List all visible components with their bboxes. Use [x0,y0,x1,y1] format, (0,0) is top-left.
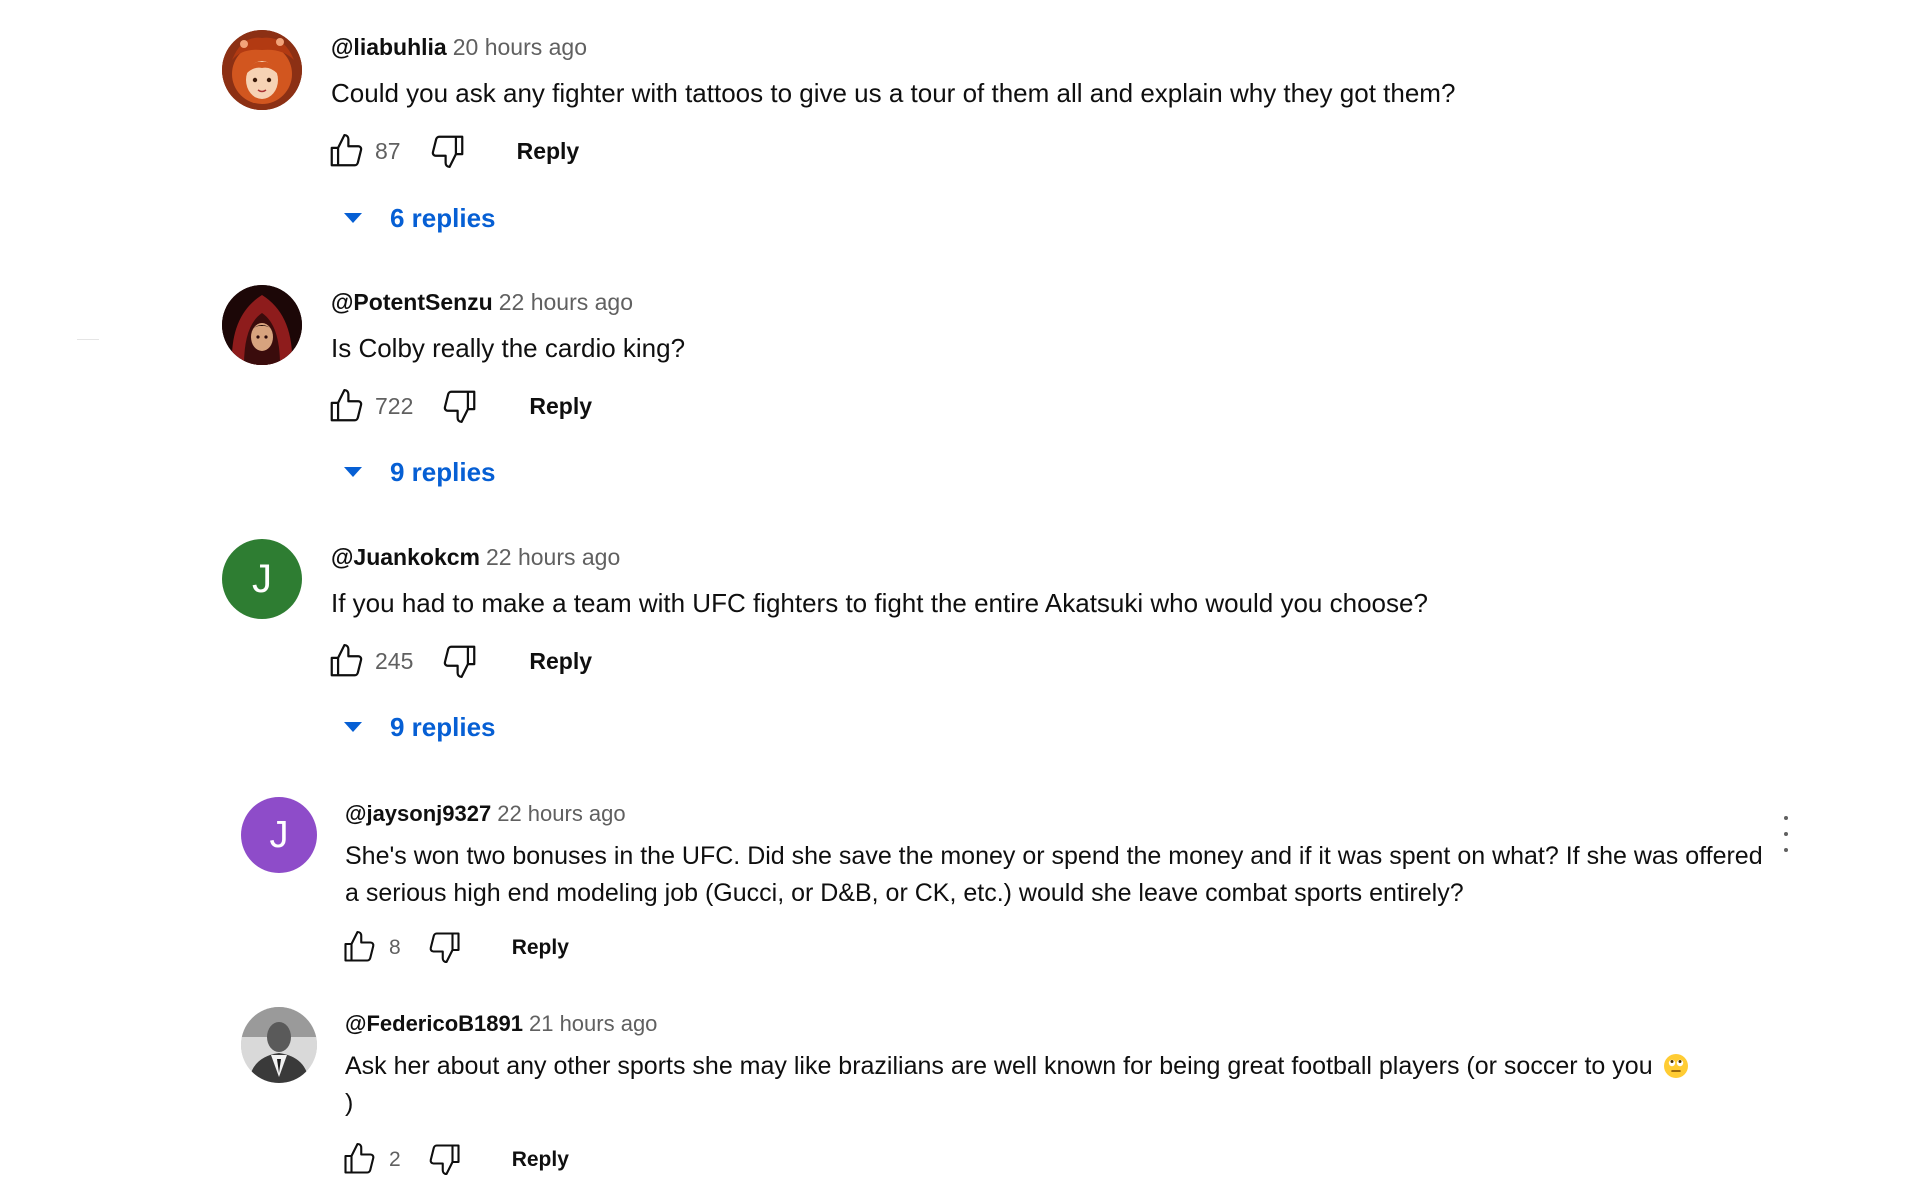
grayscale-photo-avatar-icon [241,1007,317,1083]
comment-text: Could you ask any fighter with tattoos t… [331,78,1456,108]
reply-button[interactable]: Reply [512,1149,569,1170]
red-hooded-figure-avatar-icon [222,285,302,365]
caret-down-icon [344,213,362,223]
comment-actions: 87 Reply [327,132,579,170]
reply-button[interactable]: Reply [512,937,569,958]
comment-actions: 8 Reply [341,929,569,965]
thumbs-down-icon [444,390,476,423]
more-vertical-icon [1784,816,1788,820]
dislike-button[interactable] [427,929,463,965]
thumbs-up-icon [330,134,363,167]
like-button[interactable] [327,132,365,170]
reply-button[interactable]: Reply [529,394,592,418]
thumbs-down-icon [429,932,460,964]
replies-count-label: 6 replies [390,203,496,233]
thumbs-up-icon [344,930,375,962]
more-vertical-icon-dot [1784,832,1788,836]
comment-timestamp[interactable]: 20 hours ago [453,34,587,60]
comment-author[interactable]: @PotentSenzu [331,289,493,315]
like-count: 87 [375,137,401,164]
like-button[interactable] [327,642,365,680]
comment-header: @FedericoB1891 21 hours ago [345,1013,657,1035]
face-with-rolling-eyes-emoji-icon [1663,1053,1689,1079]
comment-author[interactable]: @Juankokcm [331,544,480,570]
thumbs-up-icon [344,1142,375,1174]
view-replies-button[interactable]: 9 replies [342,714,496,740]
avatar[interactable] [241,1007,317,1083]
comment-timestamp[interactable]: 22 hours ago [499,289,633,315]
divider-fragment [77,339,99,340]
thumbs-up-icon [330,389,363,422]
more-vertical-icon-dot [1784,848,1788,852]
comment-timestamp[interactable]: 22 hours ago [486,544,620,570]
comment-author[interactable]: @liabuhlia [331,34,447,60]
comment-timestamp[interactable]: 22 hours ago [497,801,625,826]
comment-text-tail: ) [345,1089,354,1117]
comment-actions: 245 Reply [327,642,592,680]
comment-text-body: Ask her about any other sports she may l… [345,1052,1653,1080]
dislike-button[interactable] [429,132,467,170]
comment-author[interactable]: @jaysonj9327 [345,801,491,826]
dislike-button[interactable] [441,387,479,425]
comment-author[interactable]: @FedericoB1891 [345,1011,523,1036]
dislike-button[interactable] [441,642,479,680]
view-replies-button[interactable]: 9 replies [342,459,496,485]
avatar[interactable] [222,285,302,365]
thumbs-down-icon [444,645,476,678]
comment-text: She's won two bonuses in the UFC. Did sh… [345,842,1763,907]
comment-text: If you had to make a team with UFC fight… [331,588,1428,618]
caret-down-icon [344,467,362,477]
replies-count-label: 9 replies [390,457,496,487]
more-actions-button[interactable] [1781,816,1791,852]
reply-button[interactable]: Reply [517,139,580,163]
like-button[interactable] [341,1141,377,1177]
like-count: 245 [375,647,414,674]
comment-header: @Juankokcm 22 hours ago [331,546,620,569]
comment-timestamp[interactable]: 21 hours ago [529,1011,657,1036]
reply-button[interactable]: Reply [529,649,592,673]
dislike-button[interactable] [427,1141,463,1177]
avatar-letter: J [252,556,272,601]
avatar[interactable]: J [222,539,302,619]
avatar[interactable] [222,30,302,110]
like-count: 8 [389,935,401,959]
thumbs-up-icon [330,644,363,677]
comment-text: Is Colby really the cardio king? [331,333,686,363]
like-count: 722 [375,392,414,419]
thumbs-down-icon [431,135,463,168]
comment-actions: 722 Reply [327,387,592,425]
replies-count-label: 9 replies [390,712,496,742]
comment-text: Ask her about any other sports she may l… [345,1048,1765,1122]
thumbs-down-icon [429,1144,460,1176]
comment-actions: 2 Reply [341,1141,569,1177]
like-button[interactable] [341,929,377,965]
caret-down-icon [344,722,362,732]
comment-header: @jaysonj9327 22 hours ago [345,803,626,825]
comment-header: @PotentSenzu 22 hours ago [331,291,633,314]
avatar[interactable]: J [241,797,317,873]
comment-header: @liabuhlia 20 hours ago [331,36,587,59]
like-button[interactable] [327,387,365,425]
view-replies-button[interactable]: 6 replies [342,205,496,231]
like-count: 2 [389,1147,401,1171]
avatar-letter: J [269,813,289,856]
red-haired-anime-avatar-icon [222,30,302,110]
